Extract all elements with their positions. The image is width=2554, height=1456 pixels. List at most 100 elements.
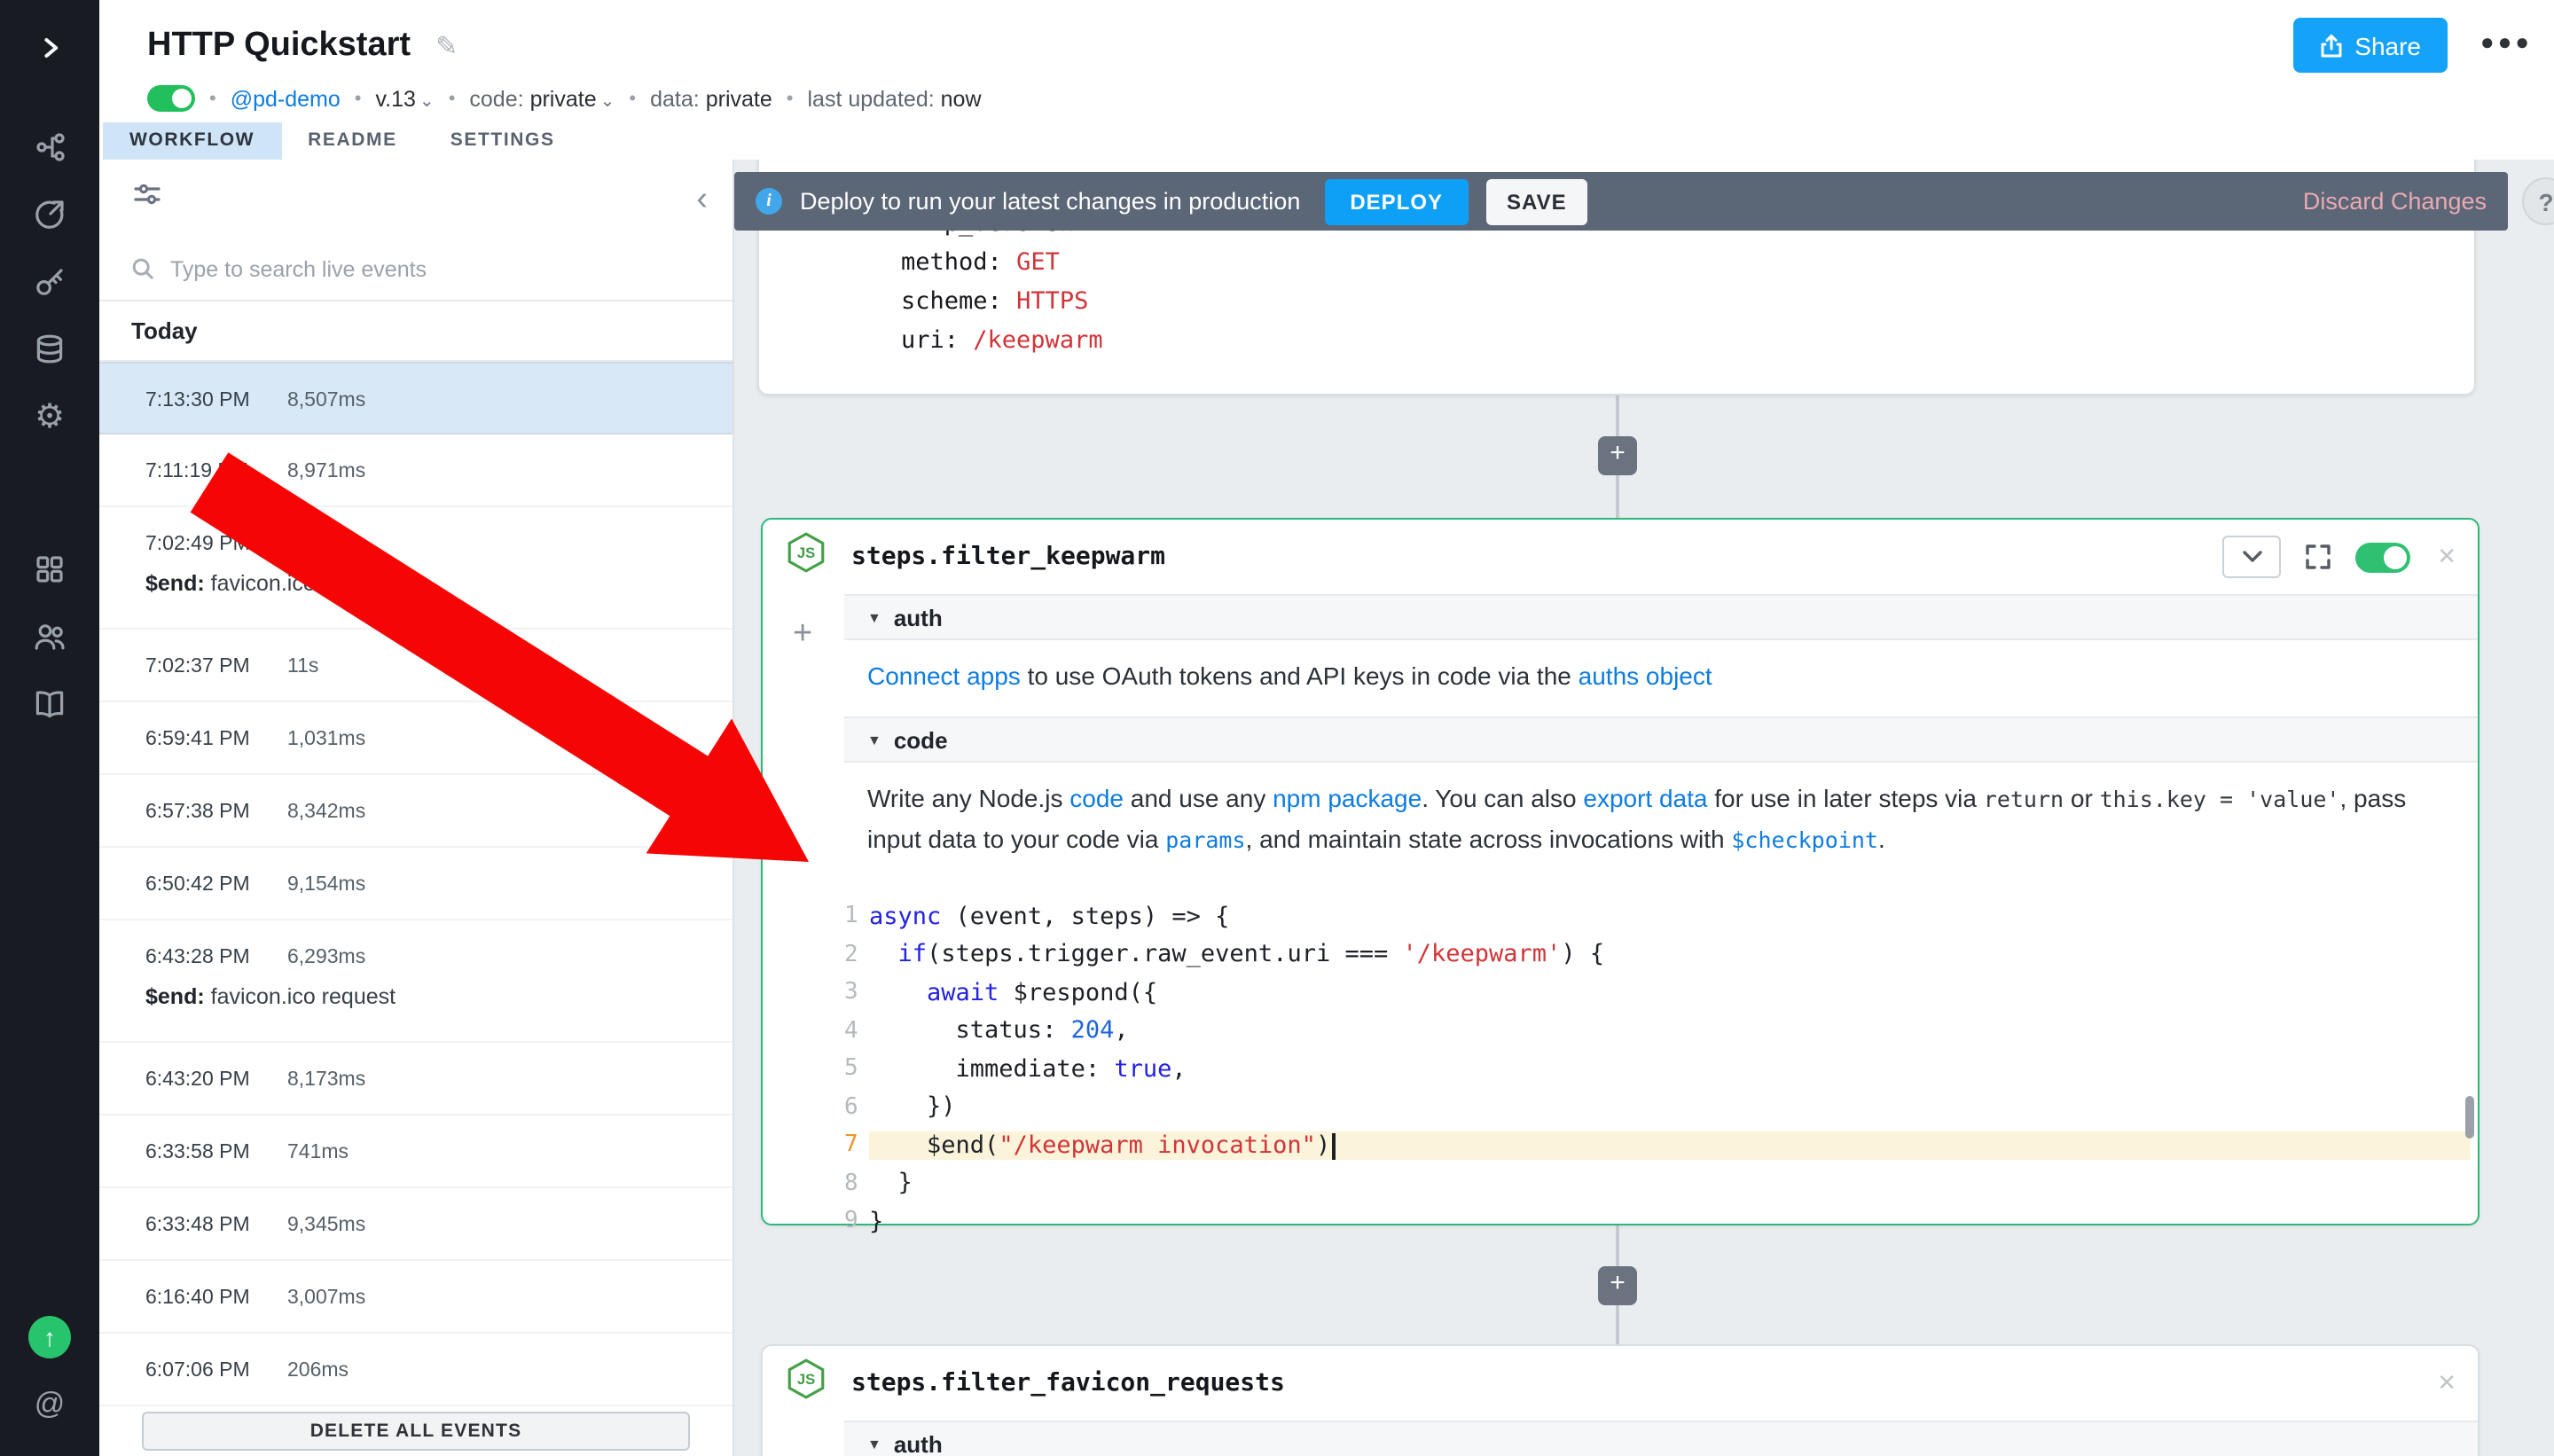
code-description: Write any Node.js code and use any npm p… (844, 763, 2478, 880)
step-actions-dropdown[interactable] (2222, 536, 2281, 578)
code-line[interactable]: 2 if(steps.trigger.raw_event.uri === '/k… (844, 935, 2471, 974)
step-header: JS steps.filter_favicon_requests ✕ (763, 1346, 2478, 1421)
event-row[interactable]: 6:43:28 PM6,293ms$end: favicon.ico reque… (99, 920, 733, 1043)
edit-title-icon[interactable]: ✎ (435, 30, 458, 62)
live-events-panel: ‹ Today 7:13:30 PM8,507ms7:11:19 PM8,971… (99, 160, 734, 1456)
help-button[interactable]: ? (2522, 177, 2554, 225)
data-stores-icon[interactable] (0, 316, 99, 383)
tab-readme[interactable]: README (281, 122, 424, 160)
discard-changes-link[interactable]: Discard Changes (2303, 188, 2487, 215)
data-privacy: data: private (650, 86, 772, 111)
event-row[interactable]: 6:16:40 PM3,007ms (99, 1261, 733, 1334)
share-label: Share (2354, 31, 2421, 59)
code-line[interactable]: 6 }) (844, 1088, 2471, 1126)
step-enabled-toggle[interactable] (2355, 542, 2410, 572)
code-line[interactable]: 5 immediate: true, (844, 1050, 2471, 1088)
docs-book-icon[interactable] (0, 670, 99, 738)
more-menu-icon[interactable]: ●●● (2480, 28, 2533, 55)
save-button[interactable]: SAVE (1485, 178, 1588, 224)
event-row[interactable]: 6:50:42 PM9,154ms (99, 848, 733, 920)
nodejs-icon: JS (784, 530, 828, 583)
event-row[interactable]: 6:07:06 PM206ms (99, 1334, 733, 1406)
auth-section-header[interactable]: ▼ auth (844, 594, 2478, 640)
events-list: 7:13:30 PM8,507ms7:11:19 PM8,971ms7:02:4… (99, 362, 733, 1406)
nodejs-icon: JS (784, 1357, 828, 1410)
svg-text:JS: JS (797, 544, 815, 561)
step-title: steps.filter_favicon_requests (851, 1369, 1285, 1397)
chevron-down-icon: ⌄ (600, 91, 615, 111)
workflow-active-toggle[interactable] (147, 85, 195, 112)
close-step-icon[interactable]: ✕ (2437, 543, 2456, 571)
step-header: JS steps.filter_keepwarm ✕ (763, 520, 2478, 594)
add-step-button[interactable]: + (1598, 436, 1637, 475)
code-section-header[interactable]: ▼ code (844, 716, 2478, 763)
apps-grid-icon[interactable] (0, 536, 99, 603)
deploy-bar: i Deploy to run your latest changes in p… (734, 172, 2508, 231)
step-title: steps.filter_keepwarm (851, 543, 1165, 571)
editor-scrollbar[interactable] (2465, 1096, 2474, 1139)
auth-description: Connect apps to use OAuth tokens and API… (844, 640, 2478, 716)
app-sidebar: ⚙ ↑ @ (0, 0, 99, 1456)
share-icon (2319, 33, 2342, 58)
filter-favicon-step-card[interactable]: JS steps.filter_favicon_requests ✕ ▼ aut… (761, 1344, 2480, 1456)
version-dropdown[interactable]: v.13⌄ (376, 86, 435, 111)
collapse-panel-icon[interactable]: ‹ (696, 182, 708, 215)
deploy-button[interactable]: DEPLOY (1325, 178, 1468, 224)
event-row[interactable]: 7:02:37 PM11s (99, 630, 733, 702)
search-icon (131, 257, 154, 280)
delete-all-events-button[interactable]: DELETE ALL EVENTS (142, 1412, 690, 1451)
code-line[interactable]: 3 await $respond({ (844, 974, 2471, 1012)
last-updated: last updated: now (808, 86, 982, 111)
event-row[interactable]: 6:33:48 PM9,345ms (99, 1188, 733, 1261)
workflows-icon[interactable] (0, 114, 99, 181)
add-step-button[interactable]: + (1598, 1266, 1637, 1305)
deploy-message: Deploy to run your latest changes in pro… (800, 188, 1300, 215)
code-line[interactable]: 1async (event, steps) => { (844, 897, 2471, 935)
code-line[interactable]: 9} (844, 1202, 2471, 1241)
event-filter-icon[interactable] (131, 178, 163, 219)
event-sources-icon[interactable] (0, 181, 99, 248)
search-input[interactable] (170, 256, 701, 281)
event-row[interactable]: 6:57:38 PM8,342ms (99, 775, 733, 848)
triangle-down-icon: ▼ (867, 1436, 881, 1452)
close-step-icon[interactable]: ✕ (2437, 1369, 2456, 1397)
workflow-header: HTTP Quickstart ✎ Share ●●● • @pd-demo •… (99, 0, 2554, 160)
chevron-down-icon (2241, 550, 2262, 564)
share-button[interactable]: Share (2292, 18, 2448, 73)
api-keys-icon[interactable] (0, 248, 99, 316)
app-window: ⚙ ↑ @ HTTP Quickstart ✎ Share ●●● • @pd-… (0, 0, 2554, 1456)
owner-link[interactable]: @pd-demo (231, 86, 341, 111)
filter-keepwarm-step-card[interactable]: JS steps.filter_keepwarm ✕ + ▼ auth Conn… (761, 518, 2480, 1225)
tab-workflow[interactable]: WORKFLOW (103, 122, 281, 160)
code-editor[interactable]: 1async (event, steps) => {2 if(steps.tri… (844, 880, 2478, 1255)
info-icon: i (756, 188, 782, 215)
event-row[interactable]: 6:59:41 PM1,031ms (99, 702, 733, 775)
event-row[interactable]: 6:43:20 PM8,173ms (99, 1043, 733, 1115)
code-line[interactable]: 8 } (844, 1164, 2471, 1202)
triangle-down-icon: ▼ (867, 732, 881, 748)
events-section-label: Today (99, 301, 733, 362)
expand-sidebar-icon[interactable] (0, 14, 99, 82)
page-title: HTTP Quickstart (147, 27, 411, 66)
event-row[interactable]: 7:02:49 PM$end: favicon.ico request (99, 507, 733, 630)
svg-text:JS: JS (797, 1371, 815, 1388)
auth-section-header[interactable]: ▼ auth (844, 1421, 2478, 1456)
tab-settings[interactable]: SETTINGS (424, 122, 582, 160)
event-search (99, 238, 733, 301)
code-line[interactable]: 4 status: 204, (844, 1012, 2471, 1050)
event-row[interactable]: 7:13:30 PM8,507ms (99, 362, 733, 434)
event-row[interactable]: 7:11:19 PM8,971ms (99, 434, 733, 507)
workflow-meta: • @pd-demo • v.13⌄ • code: private⌄ • da… (99, 74, 2554, 122)
workflow-canvas: i Deploy to run your latest changes in p… (734, 160, 2554, 1456)
code-privacy-dropdown[interactable]: code: private⌄ (469, 86, 615, 111)
add-inline-step-icon[interactable]: + (793, 615, 812, 654)
chevron-down-icon: ⌄ (419, 91, 435, 111)
settings-gear-icon[interactable]: ⚙ (0, 383, 99, 450)
header-tabs: WORKFLOW README SETTINGS (99, 122, 2554, 160)
event-row[interactable]: 6:33:58 PM741ms (99, 1115, 733, 1188)
mentions-at-icon[interactable]: @ (0, 1371, 99, 1438)
status-up-icon[interactable]: ↑ (0, 1303, 99, 1371)
fullscreen-icon[interactable] (2304, 543, 2332, 571)
members-icon[interactable] (0, 603, 99, 670)
code-line[interactable]: 7 $end("/keepwarm invocation") (844, 1126, 2471, 1164)
